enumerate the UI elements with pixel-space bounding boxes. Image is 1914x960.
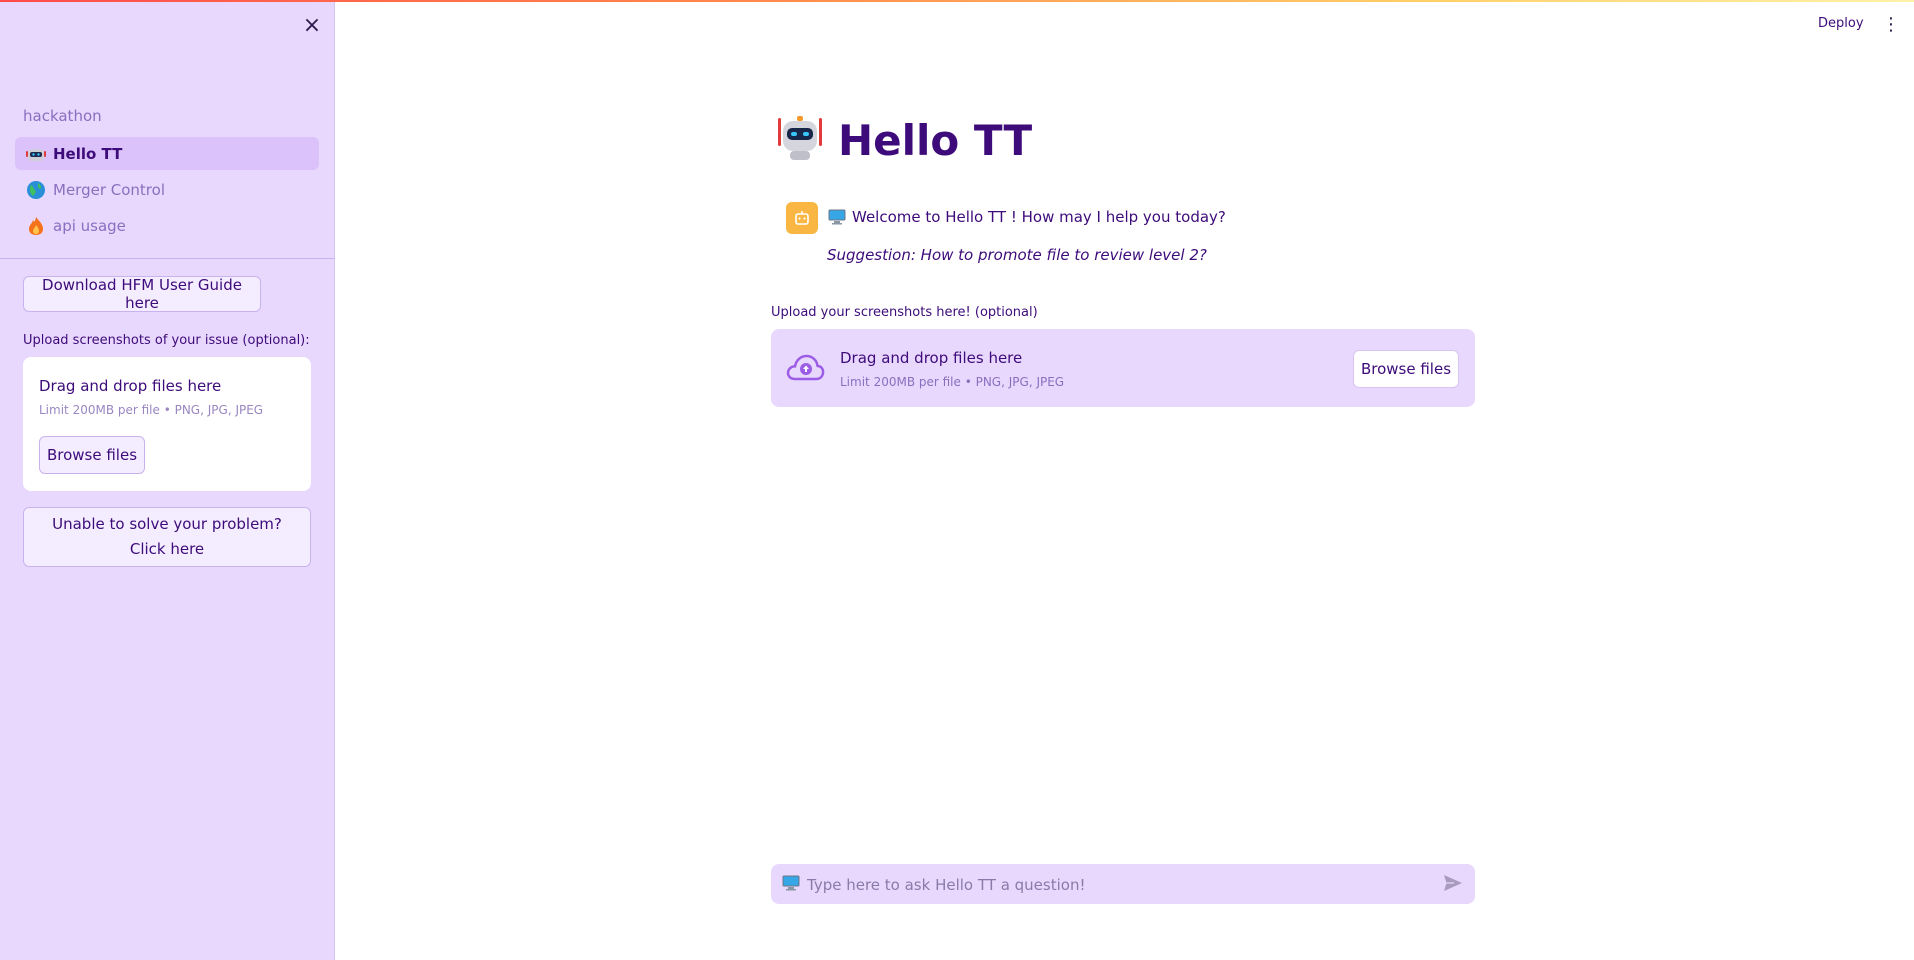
kebab-menu-icon[interactable]: ⋮ <box>1882 14 1900 36</box>
robot-icon <box>776 114 824 166</box>
dropzone-limit: Limit 200MB per file • PNG, JPG, JPEG <box>39 403 264 417</box>
bot-avatar-icon <box>795 211 809 225</box>
sidebar-item-label: api usage <box>53 216 126 235</box>
main-browse-files-button[interactable]: Browse files <box>1353 350 1459 388</box>
sidebar-item-api-usage[interactable]: api usage <box>15 209 319 242</box>
sidebar-browse-files-button[interactable]: Browse files <box>39 436 145 474</box>
sidebar-item-label: Merger Control <box>53 180 165 199</box>
sidebar-file-dropzone[interactable]: Drag and drop files here Limit 200MB per… <box>23 357 311 491</box>
dropzone-limit: Limit 200MB per file • PNG, JPG, JPEG <box>840 375 1065 389</box>
globe-icon <box>25 179 47 201</box>
robot-icon <box>25 143 47 165</box>
chat-input[interactable] <box>805 864 1429 906</box>
close-sidebar-icon[interactable]: × <box>300 14 324 38</box>
computer-icon <box>828 209 846 225</box>
sidebar-item-hello-tt[interactable]: Hello TT <box>15 137 319 170</box>
sidebar: × hackathon Hello TT Merger Control api … <box>0 0 335 960</box>
main-file-dropzone[interactable]: Drag and drop files here Limit 200MB per… <box>771 329 1475 407</box>
page-title-text: Hello TT <box>838 115 1033 165</box>
suggestion-text: Suggestion: How to promote file to revie… <box>827 246 1207 264</box>
assistant-avatar <box>786 202 818 234</box>
welcome-text: Welcome to Hello TT ! How may I help you… <box>852 208 1226 226</box>
sidebar-section-title: hackathon <box>23 107 102 125</box>
cloud-upload-icon <box>785 351 825 385</box>
computer-icon <box>782 875 800 895</box>
sidebar-upload-label: Upload screenshots of your issue (option… <box>23 333 310 348</box>
send-icon[interactable] <box>1443 874 1465 894</box>
top-decoration-bar <box>0 0 1914 2</box>
sidebar-nav: Hello TT Merger Control api usage <box>15 137 319 245</box>
sidebar-item-merger-control[interactable]: Merger Control <box>15 173 319 206</box>
sidebar-item-label: Hello TT <box>53 144 123 163</box>
main-upload-label: Upload your screenshots here! (optional) <box>771 305 1038 320</box>
dropzone-title: Drag and drop files here <box>840 349 1023 367</box>
chat-input-bar <box>771 864 1475 906</box>
dropzone-title: Drag and drop files here <box>39 377 222 395</box>
page-title: Hello TT <box>776 114 1032 166</box>
fire-icon <box>25 215 47 237</box>
welcome-message: Welcome to Hello TT ! How may I help you… <box>828 208 1226 226</box>
deploy-button[interactable]: Deploy <box>1818 16 1864 31</box>
sidebar-divider <box>0 258 335 259</box>
download-user-guide-button[interactable]: Download HFM User Guide here <box>23 276 261 312</box>
unable-to-solve-button[interactable]: Unable to solve your problem? Click here <box>23 507 311 567</box>
